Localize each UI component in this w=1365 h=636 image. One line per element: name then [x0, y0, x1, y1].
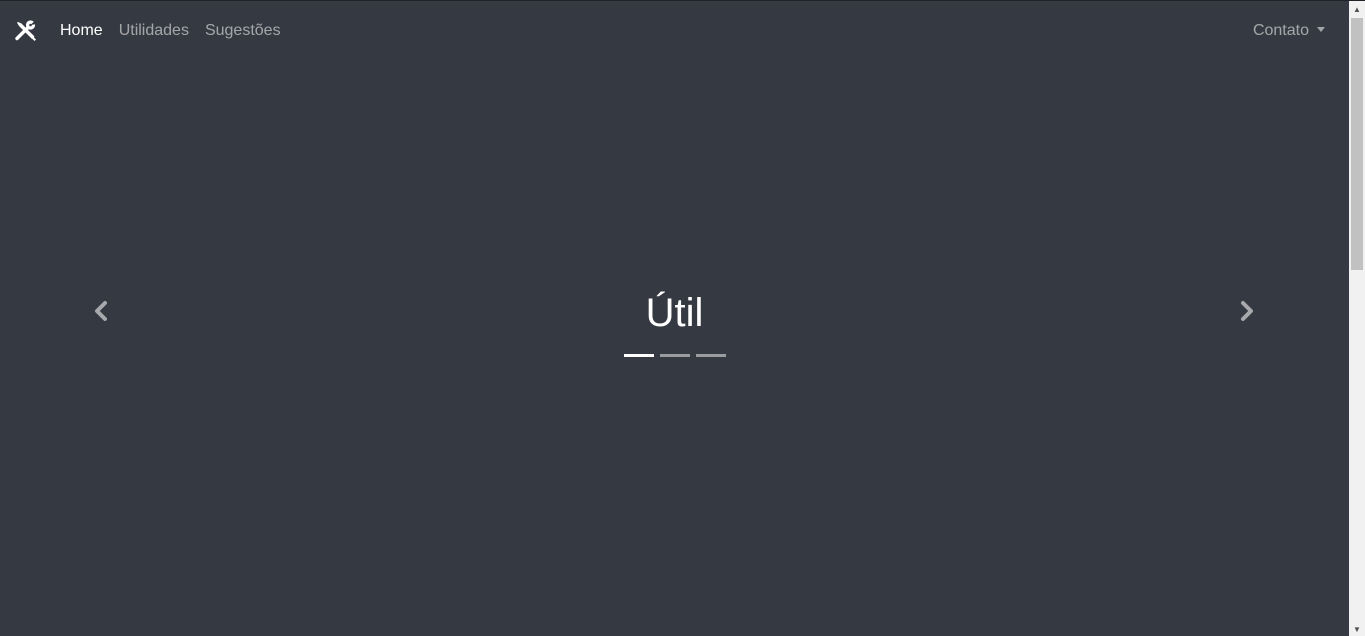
carousel: Útil — [0, 61, 1349, 636]
nav-utilidades-link[interactable]: Utilidades — [119, 21, 189, 41]
page: Home Utilidades Sugestões Contato Útil ▲… — [0, 0, 1365, 636]
nav-sugestoes-link[interactable]: Sugestões — [205, 21, 281, 41]
tools-icon[interactable] — [14, 19, 38, 43]
carousel-indicator-2[interactable] — [659, 354, 690, 357]
scroll-up-icon[interactable]: ▲ — [1349, 1, 1365, 17]
scroll-down-icon[interactable]: ▼ — [1349, 621, 1365, 636]
carousel-indicator-3[interactable] — [695, 354, 726, 357]
chevron-right-icon — [1241, 301, 1253, 321]
contato-dropdown[interactable]: Contato — [1253, 21, 1325, 41]
carousel-next-button[interactable] — [1237, 299, 1257, 323]
caret-down-icon — [1317, 27, 1325, 32]
nav-links: Home Utilidades Sugestões — [60, 21, 281, 41]
slide-caption: Útil — [645, 291, 704, 335]
contato-dropdown-label: Contato — [1252, 22, 1309, 39]
carousel-indicator-1[interactable] — [623, 354, 654, 357]
scroll-thumb[interactable] — [1351, 18, 1363, 270]
navbar: Home Utilidades Sugestões Contato — [0, 1, 1349, 61]
scrollbar[interactable]: ▲ ▼ — [1349, 1, 1365, 636]
nav-home-link[interactable]: Home — [60, 21, 103, 41]
carousel-indicators — [0, 354, 1349, 357]
